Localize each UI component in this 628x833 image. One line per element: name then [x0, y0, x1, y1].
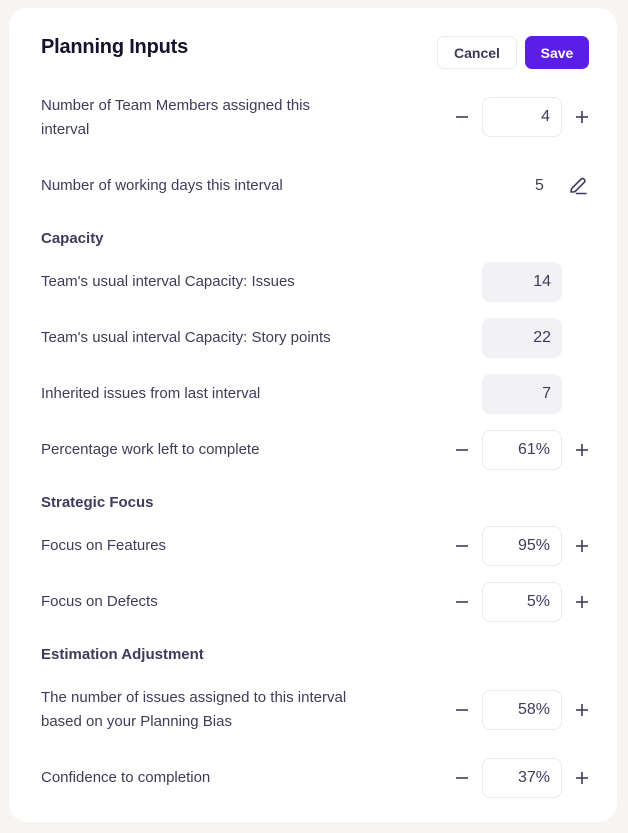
plus-icon: [576, 772, 588, 784]
minus-icon: [456, 116, 468, 118]
focus-defects-decrement-button[interactable]: [449, 582, 475, 622]
planning-bias-label: The number of issues assigned to this in…: [41, 689, 347, 730]
edit-working-days-button[interactable]: [567, 175, 589, 197]
team-members-input[interactable]: 4: [482, 97, 562, 137]
strategic-focus-section-heading: Strategic Focus: [41, 494, 154, 511]
capacity-issues-label: Team's usual interval Capacity: Issues: [41, 273, 295, 290]
planning-inputs-card: Planning Inputs Cancel Save Number of Te…: [9, 8, 617, 822]
focus-features-decrement-button[interactable]: [449, 526, 475, 566]
focus-features-input[interactable]: 95%: [482, 526, 562, 566]
focus-defects-increment-button[interactable]: [569, 582, 595, 622]
team-members-stepper: 4: [441, 97, 595, 137]
capacity-section-heading: Capacity: [41, 230, 104, 247]
work-left-input[interactable]: 61%: [482, 430, 562, 470]
plus-icon: [576, 444, 588, 456]
plus-icon: [576, 540, 588, 552]
team-members-increment-button[interactable]: [569, 97, 595, 137]
planning-bias-input[interactable]: 58%: [482, 690, 562, 730]
save-button[interactable]: Save: [525, 36, 589, 69]
planning-bias-stepper: 58%: [441, 690, 595, 730]
confidence-stepper: 37%: [441, 758, 595, 798]
plus-icon: [576, 596, 588, 608]
work-left-decrement-button[interactable]: [449, 430, 475, 470]
planning-bias-decrement-button[interactable]: [449, 690, 475, 730]
work-left-increment-button[interactable]: [569, 430, 595, 470]
working-days-value: 5: [535, 177, 544, 194]
pencil-icon: [570, 177, 587, 195]
capacity-points-value: 22: [482, 318, 562, 358]
capacity-points-label: Team's usual interval Capacity: Story po…: [41, 329, 331, 346]
confidence-input[interactable]: 37%: [482, 758, 562, 798]
plus-icon: [576, 704, 588, 716]
focus-features-increment-button[interactable]: [569, 526, 595, 566]
focus-defects-stepper: 5%: [441, 582, 595, 622]
focus-defects-input[interactable]: 5%: [482, 582, 562, 622]
work-left-stepper: 61%: [441, 430, 595, 470]
focus-features-label: Focus on Features: [41, 537, 167, 554]
minus-icon: [456, 449, 468, 451]
card-header: Planning Inputs Cancel Save: [41, 36, 589, 70]
confidence-increment-button[interactable]: [569, 758, 595, 798]
plus-icon: [576, 111, 588, 123]
confidence-label: Confidence to completion: [41, 769, 211, 786]
page-title: Planning Inputs: [41, 36, 188, 58]
capacity-issues-value: 14: [482, 262, 562, 302]
working-days-label: Number of working days this interval: [41, 177, 283, 194]
team-members-label: Number of Team Members assigned this int…: [41, 97, 311, 138]
work-left-label: Percentage work left to complete: [41, 441, 260, 458]
confidence-decrement-button[interactable]: [449, 758, 475, 798]
minus-icon: [456, 601, 468, 603]
minus-icon: [456, 709, 468, 711]
planning-bias-increment-button[interactable]: [569, 690, 595, 730]
team-members-decrement-button[interactable]: [449, 97, 475, 137]
inherited-issues-value: 7: [482, 374, 562, 414]
focus-defects-label: Focus on Defects: [41, 593, 158, 610]
focus-features-stepper: 95%: [441, 526, 595, 566]
cancel-button[interactable]: Cancel: [437, 36, 517, 69]
estimation-adjustment-section-heading: Estimation Adjustment: [41, 646, 204, 663]
minus-icon: [456, 777, 468, 779]
minus-icon: [456, 545, 468, 547]
inherited-issues-label: Inherited issues from last interval: [41, 385, 261, 402]
